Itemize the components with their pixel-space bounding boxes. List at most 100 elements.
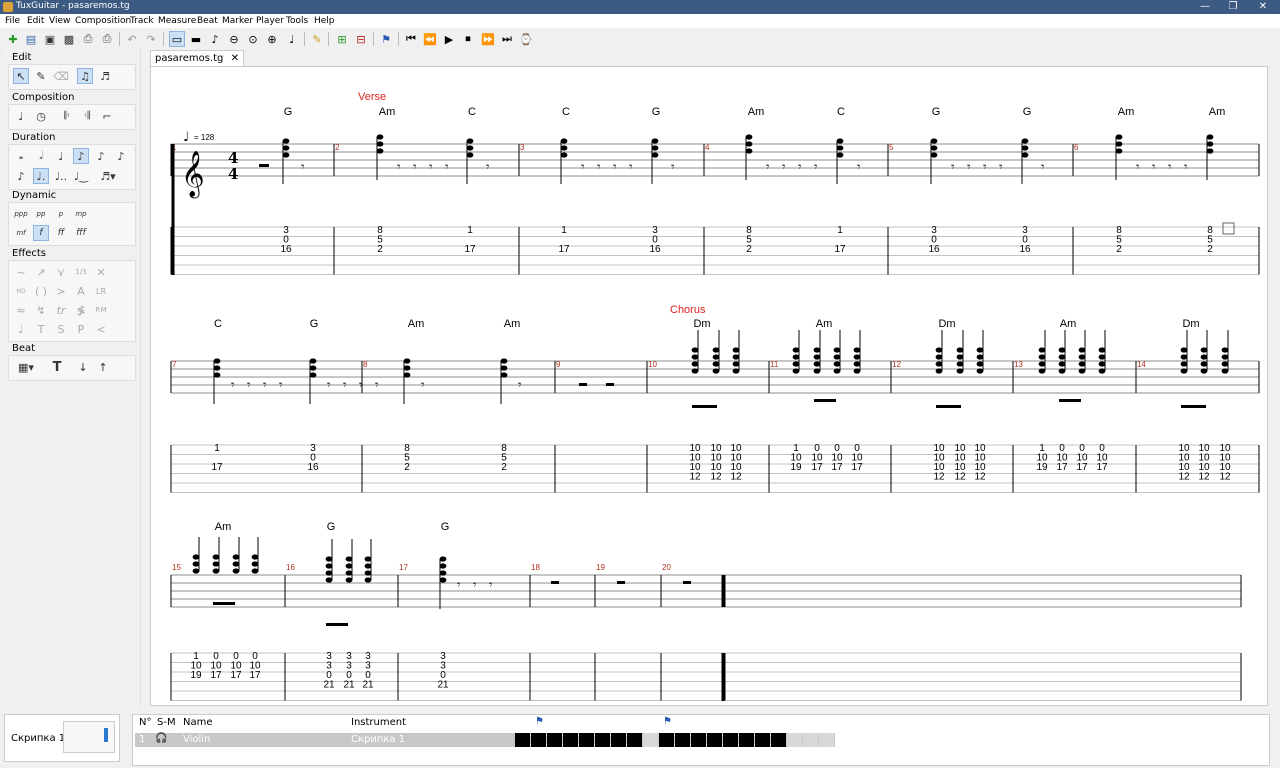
stroke-down-icon[interactable]: ↓ [75,359,91,375]
play-icon[interactable]: ▶ [441,31,457,47]
tab-view-icon[interactable]: ♬ [97,68,113,84]
menu-view[interactable]: View [49,16,70,26]
restore-button[interactable]: ❐ [1218,0,1248,14]
dynamic-p[interactable]: p [53,206,69,222]
measure-block[interactable] [515,733,530,747]
score-view-icon[interactable]: ♫ [77,68,93,84]
first-icon[interactable]: ⏮ [403,31,419,47]
menu-tools[interactable]: Tools [286,16,308,26]
repeat-open-icon[interactable]: 𝄆 [59,108,75,124]
tuplet-dropdown-icon[interactable]: ♬▾ [95,168,121,184]
whole-note-icon[interactable]: 𝅝 [13,148,29,164]
sidebar-scrollbar[interactable] [140,50,150,706]
zoom-in-icon[interactable]: ⊕ [264,31,280,47]
half-note-icon[interactable]: 𝅗𝅥 [33,148,49,164]
slapping-icon[interactable]: S [53,321,69,337]
thirtysecond-note-icon[interactable]: ♪ [113,148,129,164]
measure-block[interactable] [675,733,690,747]
add-measure-icon[interactable]: ⊞ [334,31,350,47]
double-dotted-note-icon[interactable]: ♩.. [53,168,69,184]
tempo-icon[interactable]: ♩ [284,31,300,47]
tapping-icon[interactable]: T [33,321,49,337]
menu-composition[interactable]: Composition [75,16,131,26]
new-file-icon[interactable]: ✚ [5,31,21,47]
text-icon[interactable]: T [49,359,65,375]
dynamic-mp[interactable]: mp [73,206,89,222]
zoom-icon[interactable]: ⊙ [245,31,261,47]
menu-track[interactable]: Track [130,16,154,26]
measure-block[interactable] [531,733,546,747]
print-icon[interactable]: ⎙ [99,31,115,47]
forward-icon[interactable]: ⏩ [480,31,496,47]
menu-beat[interactable]: Beat [197,16,218,26]
tempo-tool-icon[interactable]: ♩ [13,108,29,124]
open-file-icon[interactable]: ▤ [23,31,39,47]
bend-icon[interactable]: ↗ [33,264,49,280]
popping-icon[interactable]: P [73,321,89,337]
save-icon[interactable]: ▣ [42,31,58,47]
volume-slider[interactable] [63,721,115,753]
quarter-note-icon[interactable]: ♩ [53,148,69,164]
minimize-button[interactable]: — [1190,0,1220,14]
measure-block[interactable] [611,733,626,747]
measure-block[interactable] [547,733,562,747]
measure-block[interactable] [563,733,578,747]
metronome-icon[interactable]: ⌚ [518,31,534,47]
linear-layout-icon[interactable]: ▬ [188,31,204,47]
tremolo-icon[interactable]: ≸ [73,302,89,318]
tuplet-effect-icon[interactable]: 1/3 [73,264,89,280]
measure-block[interactable] [739,733,754,747]
clock-tool-icon[interactable]: ◷ [33,108,49,124]
measure-block[interactable] [787,733,802,747]
let-ring-icon[interactable]: LR [93,283,109,299]
dotted-note-icon[interactable]: ♩. [33,168,49,184]
pencil-tool-icon[interactable]: ✎ [33,68,49,84]
measure-block[interactable] [771,733,786,747]
chord-dropdown-icon[interactable]: ▦▾ [13,359,39,375]
select-tool-icon[interactable]: ↖ [13,68,29,84]
measure-block[interactable] [803,733,818,747]
measure-block[interactable] [579,733,594,747]
undo-icon[interactable]: ↶ [124,31,140,47]
repeat-close-icon[interactable]: 𝄇 [79,108,95,124]
measure-block[interactable] [643,733,658,747]
menu-marker[interactable]: Marker [222,16,253,26]
print-preview-icon[interactable]: ⎙ [80,31,96,47]
rewind-icon[interactable]: ⏪ [422,31,438,47]
dynamic-fff[interactable]: fff [73,225,89,241]
score-editor[interactable]: 1234567891011121314151617181920𝄞44♩= 128… [150,66,1268,706]
menu-player[interactable]: Player [256,16,284,26]
measure-block[interactable] [723,733,738,747]
menu-file[interactable]: File [5,16,20,26]
alternate-ending-icon[interactable]: ⌐ [99,108,115,124]
menu-help[interactable]: Help [314,16,335,26]
dynamic-pp[interactable]: pp [33,206,49,222]
menu-edit[interactable]: Edit [27,16,44,26]
staccato-icon[interactable]: ♩ [13,321,29,337]
measure-block[interactable] [755,733,770,747]
measure-block[interactable] [627,733,642,747]
score-canvas[interactable]: 1234567891011121314151617181920𝄞44♩= 128… [151,67,1268,706]
harmonic-icon[interactable]: ≈ [13,302,29,318]
tied-note-icon[interactable]: ♩‿ [73,168,89,184]
dynamic-f[interactable]: f [33,225,49,241]
dynamic-ppp[interactable]: ppp [13,206,29,222]
save-as-icon[interactable]: ▩ [61,31,77,47]
last-icon[interactable]: ⏭ [499,31,515,47]
sixteenth-note-icon[interactable]: ♪ [93,148,109,164]
tab-close-icon[interactable]: ✕ [231,53,239,64]
dynamic-ff[interactable]: ff [53,225,69,241]
sixtyfourth-note-icon[interactable]: ♪ [13,168,29,184]
hammer-on-icon[interactable]: HO [13,283,29,299]
dynamic-mf[interactable]: mf [13,225,29,241]
track-measure-blocks[interactable] [515,733,835,747]
document-tab[interactable]: pasaremos.tg ✕ [150,50,244,67]
eighth-note-icon[interactable]: ♪ [73,148,89,164]
remove-measure-icon[interactable]: ⊟ [353,31,369,47]
accent-icon[interactable]: > [53,283,69,299]
measure-block[interactable] [819,733,834,747]
slide-icon[interactable]: ↯ [33,302,49,318]
stroke-up-icon[interactable]: ↑ [95,359,111,375]
measure-block[interactable] [659,733,674,747]
eraser-tool-icon[interactable]: ⌫ [53,68,69,84]
